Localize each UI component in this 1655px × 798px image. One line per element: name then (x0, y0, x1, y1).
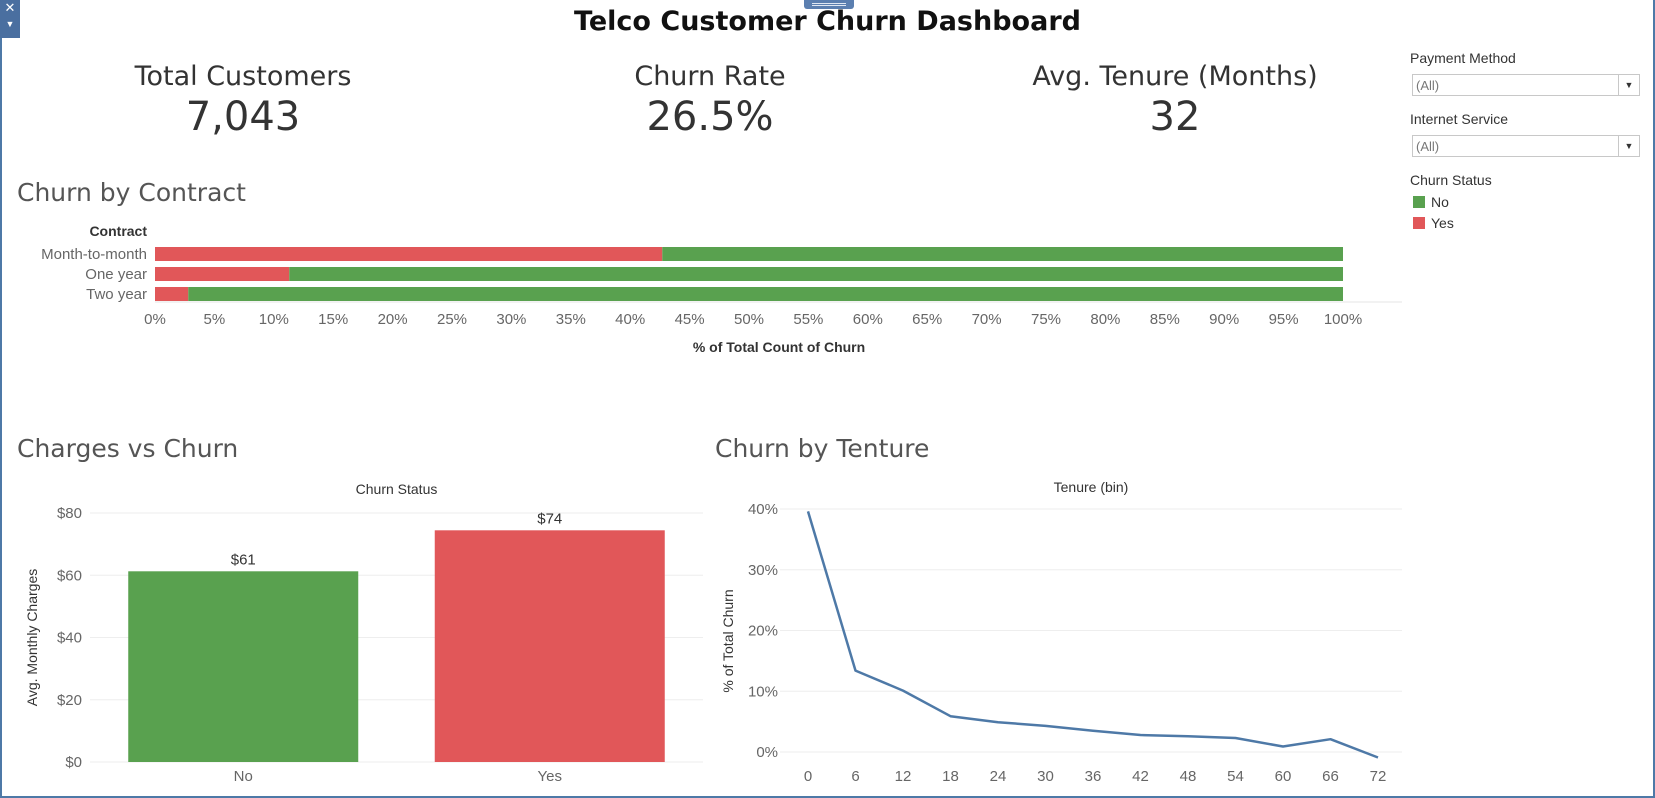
x-tick-label: 36 (1085, 768, 1102, 785)
x-tick-label: 48 (1180, 768, 1197, 785)
x-tick-label: 42 (1132, 768, 1149, 785)
x-tick-label: 72 (1370, 768, 1387, 785)
x-tick-label: 95% (1269, 311, 1299, 328)
data-label: $74 (537, 510, 562, 527)
bar-segment-yes[interactable] (155, 247, 663, 261)
x-tick-label: 0% (144, 311, 166, 328)
charts-layer: Contract Month-to-month One year Two year 0%… (24, 223, 1402, 785)
column-header-churn-status: Churn Status (356, 481, 438, 497)
row-header-contract: Contract (89, 223, 147, 239)
row-label: Month-to-month (41, 246, 147, 263)
x-tick-label: 30% (496, 311, 526, 328)
row-label: Two year (86, 286, 147, 303)
y-tick-label: 10% (748, 683, 778, 700)
x-tick-label: 30 (1037, 768, 1054, 785)
x-tick-label: 54 (1227, 768, 1244, 785)
x-tick-label: 0 (804, 768, 812, 785)
x-tick-label: 15% (318, 311, 348, 328)
bar-segment-no[interactable] (188, 287, 1343, 301)
y-axis-title: Avg. Monthly Charges (24, 569, 40, 706)
bar-segment-yes[interactable] (155, 267, 290, 281)
x-tick-label: 75% (1031, 311, 1061, 328)
x-tick-label: 35% (556, 311, 586, 328)
x-tick-label: 100% (1324, 311, 1362, 328)
x-tick-label: 20% (378, 311, 408, 328)
bar-segment-no[interactable] (289, 267, 1343, 281)
x-tick-label: 12 (895, 768, 912, 785)
y-tick-label: 30% (748, 562, 778, 579)
x-axis-title: % of Total Count of Churn (693, 339, 865, 355)
data-label: $61 (231, 551, 256, 568)
y-tick-label: 20% (748, 623, 778, 640)
x-tick-label: 60% (853, 311, 883, 328)
row-label: One year (85, 266, 147, 283)
y-tick-label: 0% (756, 744, 778, 761)
y-tick-label: $80 (57, 505, 82, 522)
x-tick-label: 10% (259, 311, 289, 328)
x-tick-label: 5% (204, 311, 226, 328)
x-tick-label: 85% (1150, 311, 1180, 328)
y-tick-label: $40 (57, 630, 82, 647)
x-tick-label: 66 (1322, 768, 1339, 785)
x-tick-label: 24 (990, 768, 1007, 785)
x-tick-label: 55% (793, 311, 823, 328)
y-axis-title: % of Total Churn (720, 589, 736, 692)
bar-no[interactable] (128, 571, 359, 762)
x-tick-label: 70% (972, 311, 1002, 328)
x-tick-label: 65% (912, 311, 942, 328)
x-tick-label: 18 (942, 768, 959, 785)
x-tick-label: 60 (1275, 768, 1292, 785)
x-tick-label: 25% (437, 311, 467, 328)
x-tick-label: 90% (1209, 311, 1239, 328)
x-tick-label: 80% (1090, 311, 1120, 328)
x-tick-label: 6 (851, 768, 859, 785)
bar-yes[interactable] (434, 530, 665, 762)
bar-segment-no[interactable] (662, 247, 1343, 261)
x-tick-label: 45% (675, 311, 705, 328)
x-tick-label: 50% (734, 311, 764, 328)
column-header-tenure-bin: Tenure (bin) (1054, 479, 1129, 495)
x-tick-label: Yes (538, 768, 562, 785)
bar-segment-yes[interactable] (155, 287, 189, 301)
x-tick-label: 40% (615, 311, 645, 328)
y-tick-label: $20 (57, 692, 82, 709)
y-tick-label: $0 (65, 754, 82, 771)
y-tick-label: $60 (57, 567, 82, 584)
y-tick-label: 40% (748, 501, 778, 518)
series-line[interactable] (806, 511, 1379, 759)
x-tick-label: No (234, 768, 253, 785)
